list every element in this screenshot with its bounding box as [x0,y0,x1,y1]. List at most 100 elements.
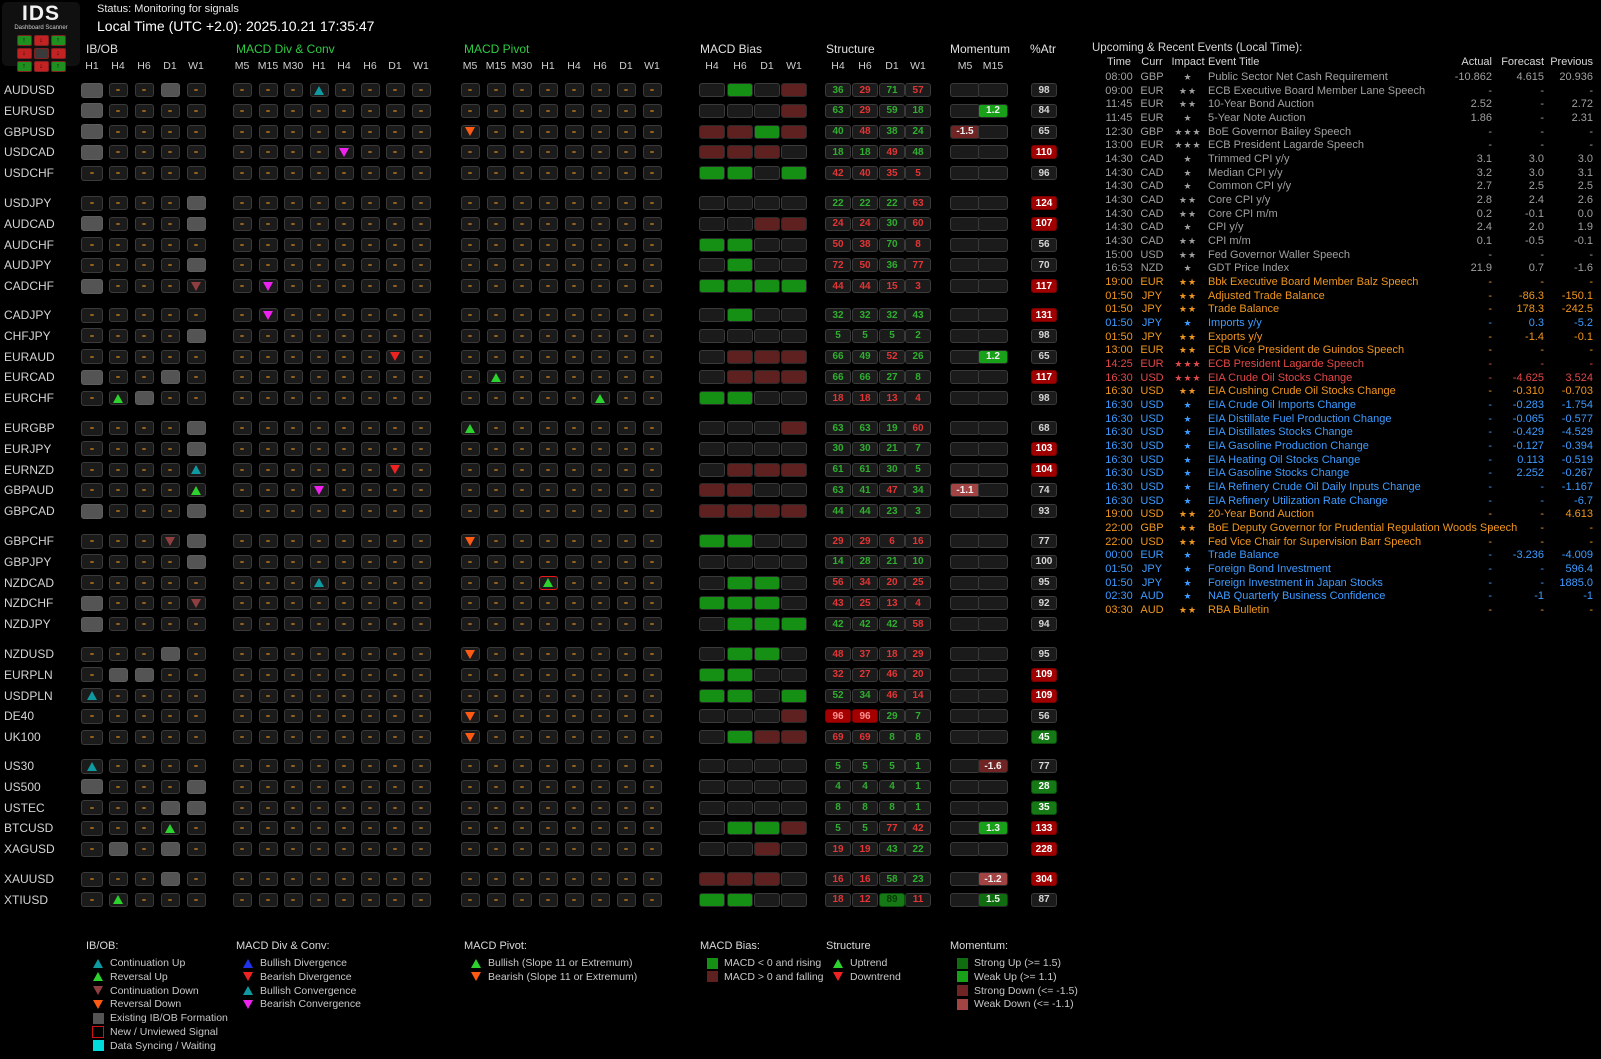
macd-pivot-cell [616,779,636,794]
dash-icon [572,602,576,605]
pair-label[interactable]: NZDCAD [4,576,54,590]
macd-divconv-cell [283,349,303,364]
pair-label[interactable]: USDJPY [4,196,51,210]
pair-label[interactable]: GBPCAD [4,504,55,518]
dash-icon [116,510,120,513]
dash-icon [419,376,423,379]
square-outline-icon [92,1026,104,1038]
ibob-cell [108,196,128,210]
pair-label[interactable]: AUDJPY [4,258,51,272]
dash-icon [240,806,244,809]
ibob-cell [186,575,206,590]
pair-label[interactable]: XAGUSD [4,842,55,856]
column-sub-structure: D1 [885,60,899,72]
dash-icon [393,827,397,830]
ibob-cell [108,483,128,498]
pair-label[interactable]: US500 [4,780,41,794]
ibob-cell [81,390,103,406]
pair-label[interactable]: CADJPY [4,308,51,322]
logo-tile-icon: ↑ [50,61,66,72]
pair-label[interactable]: AUDCHF [4,238,54,252]
pair-label[interactable]: GBPCHF [4,534,54,548]
pair-label[interactable]: GBPJPY [4,555,51,569]
macd-pivot-cell [564,821,584,836]
dash-icon [624,222,628,225]
macd-pivot-cell [642,196,662,210]
pair-label[interactable]: AUDUSD [4,83,55,97]
pair-label[interactable]: GBPAUD [4,483,54,497]
macd-divconv-cell [385,872,405,886]
column-group-title-atr: %Atr [1030,42,1057,56]
dash-icon [468,447,472,450]
column-sub-ibob: H1 [85,60,99,72]
structure-cell: 5 [905,166,931,181]
macd-pivot-cell [460,391,480,406]
atr-cell: 74 [1031,483,1057,498]
pair-label[interactable]: CHFJPY [4,329,51,343]
pair-label[interactable]: XTIUSD [4,893,48,907]
dash-icon [419,765,423,767]
pair-label[interactable]: NZDJPY [4,617,51,631]
structure-cell: 29 [905,647,931,661]
event-previous: - [1589,344,1593,357]
macd-pivot-cell [564,688,584,703]
bias-cell [781,617,807,632]
pair-label[interactable]: NZDUSD [4,647,54,661]
ibob-cell [108,647,128,661]
ibob-cell [81,195,103,211]
dash-icon [240,89,244,91]
bias-cell [727,308,753,322]
dash-icon [317,355,321,358]
ibob-cell [108,279,128,294]
pair-label[interactable]: EURUSD [4,104,55,118]
dash-icon [624,581,628,584]
dash-icon [546,806,550,809]
dash-icon [624,397,628,400]
structure-cell: 36 [825,83,851,97]
pair-label[interactable]: EURCHF [4,391,54,405]
ibob-cell [81,144,103,160]
dash-icon [598,334,602,337]
pair-label[interactable]: EURJPY [4,442,51,456]
dash-icon [291,848,295,851]
dash-icon [142,468,146,471]
dash-icon [650,243,654,246]
pair-label[interactable]: US30 [4,759,34,773]
pair-label[interactable]: EURPLN [4,668,53,682]
column-group-title-dc: MACD Div & Conv [236,42,335,56]
pair-label[interactable]: USDPLN [4,689,53,703]
pair-label[interactable]: UK100 [4,730,41,744]
pair-label[interactable]: USDCHF [4,166,54,180]
dash-icon [520,715,524,718]
macd-divconv-cell [309,145,329,160]
pair-label[interactable]: NZDCHF [4,596,53,610]
pair-label[interactable]: XAUUSD [4,872,54,886]
momentum-cell [978,216,1008,231]
atr-cell: 109 [1031,688,1057,703]
pair-label[interactable]: EURCAD [4,370,55,384]
pair-label[interactable]: DE40 [4,709,34,723]
dash-icon [650,397,654,400]
pair-label[interactable]: USTEC [4,801,45,815]
column-sub-dc: W1 [413,60,429,72]
dash-icon [598,878,602,880]
ibob-cell [81,216,103,232]
dash-icon [291,715,295,718]
macd-divconv-cell [283,483,303,498]
pair-label[interactable]: CADCHF [4,279,54,293]
dash-icon [291,355,295,358]
dash-icon [240,715,244,718]
dash-icon [572,540,576,542]
pair-label[interactable]: GBPUSD [4,125,55,139]
pair-label[interactable]: EURNZD [4,463,54,477]
pair-label[interactable]: AUDCAD [4,217,55,231]
structure-cell: 18 [852,145,878,160]
pair-label[interactable]: EURGBP [4,421,55,435]
pair-label[interactable]: BTCUSD [4,821,53,835]
macd-divconv-cell [283,709,303,724]
pair-label[interactable]: EURAUD [4,350,55,364]
pair-label[interactable]: USDCAD [4,145,55,159]
ibob-cell [108,779,128,794]
macd-divconv-cell [232,308,252,322]
macd-pivot-cell [460,483,480,498]
